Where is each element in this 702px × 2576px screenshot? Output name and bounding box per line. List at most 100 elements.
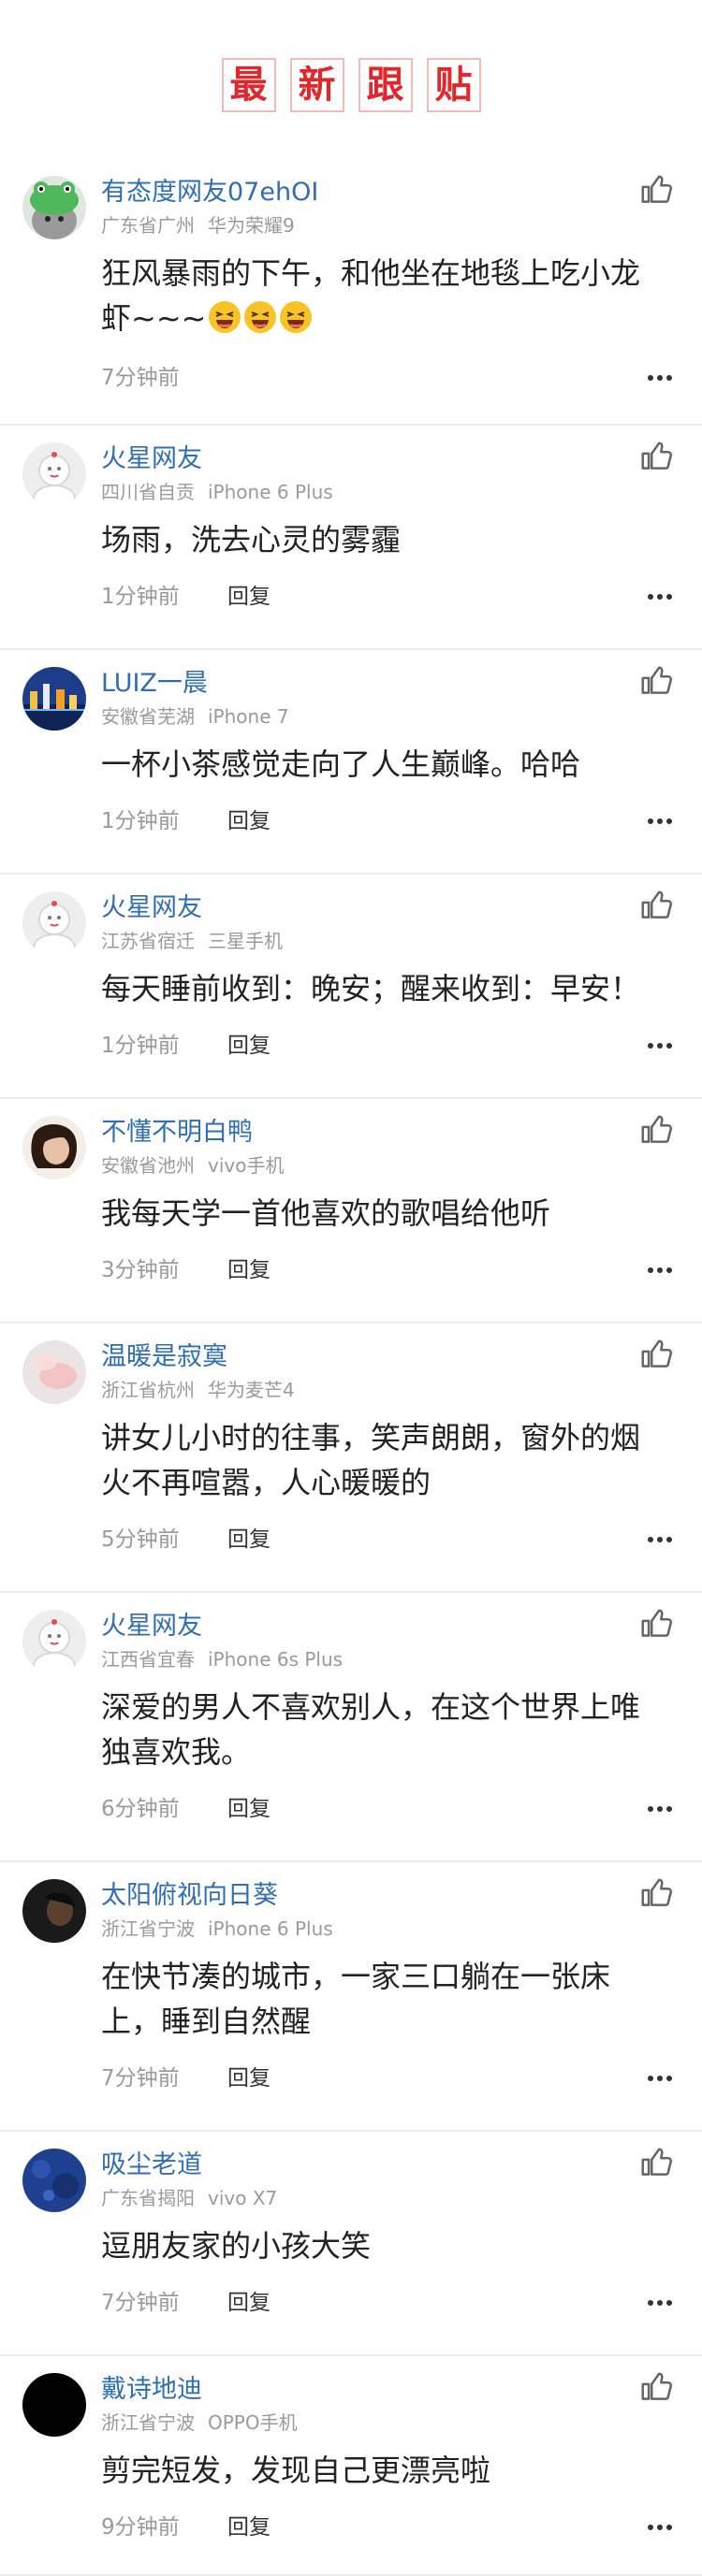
reply-button[interactable]: 回复 [227,2511,271,2543]
more-dots-icon[interactable] [646,2519,674,2536]
comment-footer: 7分钟前 回复 [101,2062,674,2094]
comment-footer: 1分钟前 回复 [101,581,674,613]
title-char: 贴 [426,58,481,112]
more-dots-icon[interactable] [646,2070,674,2087]
comment-item: 戴诗地迪 浙江省宁波 OPPO手机 剪完短发，发现自己更漂亮啦 9分钟前 回复 [0,2356,702,2576]
timestamp: 9分钟前 [101,2515,180,2540]
reply-button[interactable]: 回复 [227,2062,271,2094]
reply-button[interactable]: 回复 [227,581,271,613]
thumbs-up-icon[interactable] [638,663,674,699]
comment-item: 不懂不明白鸭 安徽省池州 vivo手机 我每天学一首他喜欢的歌唱给他听 3分钟前 … [0,1099,702,1324]
avatar[interactable] [22,442,86,506]
username[interactable]: 火星网友 [101,1610,202,1643]
avatar[interactable] [22,1610,86,1673]
avatar[interactable] [22,891,86,955]
avatar[interactable] [22,1340,86,1404]
reply-button[interactable]: 回复 [227,1254,271,1286]
more-dots-icon[interactable] [646,1037,674,1054]
black-avatar-image [22,2373,86,2437]
location: 安徽省芜湖 [101,705,195,728]
thumbs-up-icon[interactable] [638,1606,674,1642]
avatar[interactable] [22,2373,86,2437]
avatar[interactable] [22,1879,86,1943]
woman-portrait-avatar-image [22,1116,86,1179]
thumbs-up-icon[interactable] [638,2145,674,2180]
reply-button[interactable]: 回复 [227,1524,271,1556]
username[interactable]: 火星网友 [101,891,202,925]
device: 华为荣耀9 [208,214,295,237]
user-meta: 江苏省宿迁 三星手机 [101,929,283,953]
reply-button[interactable]: 回复 [227,805,271,837]
comment-footer: 3分钟前 回复 [101,1254,674,1286]
dark-portrait-avatar-image [22,1879,86,1943]
comment-text: 剪完短发，发现自己更漂亮啦 [101,2453,491,2488]
more-dots-icon[interactable] [646,2294,674,2311]
comment-text: 狂风暴雨的下午，和他坐在地毯上吃小龙虾~~~ [101,251,665,340]
reply-button[interactable]: 回复 [227,2287,271,2319]
username[interactable]: 温暖是寂寞 [101,1340,227,1374]
device: vivo X7 [208,2187,278,2209]
user-meta: 江西省宜春 iPhone 6s Plus [101,1647,343,1672]
thumbs-up-icon[interactable] [638,888,674,923]
location: 安徽省池州 [101,1154,195,1177]
page-title: 最 新 跟 贴 [0,58,702,112]
thumbs-up-icon[interactable] [638,1875,674,1911]
thumbs-up-icon[interactable] [638,1112,674,1148]
comment-item: 火星网友 江苏省宿迁 三星手机 每天睡前收到：晚安；醒来收到：早安！ 1分钟前 回… [0,875,702,1099]
reply-button[interactable]: 回复 [227,1793,271,1825]
username[interactable]: 不懂不明白鸭 [101,1116,253,1150]
default-mascot-avatar-image [22,1610,86,1673]
username[interactable]: LUIZ一晨 [101,667,208,701]
user-meta: 浙江省杭州 华为麦芒4 [101,1378,295,1402]
avatar[interactable] [22,2149,86,2212]
avatar[interactable] [22,176,86,239]
title-char: 跟 [358,58,413,112]
device: iPhone 7 [208,705,289,728]
comment-page: 最 新 跟 贴 有态度网友07ehOI 广东省广州 华为荣耀9 狂风暴雨的下午，… [0,0,702,2576]
comment-item: 温暖是寂寞 浙江省杭州 华为麦芒4 讲女儿小时的往事，笑声朗朗，窗外的烟火不再喧嚣… [0,1324,702,1593]
location: 广东省揭阳 [101,2187,195,2209]
timestamp: 1分钟前 [101,585,180,609]
more-dots-icon[interactable] [646,588,674,605]
comment-footer: 1分钟前 回复 [101,1030,674,1062]
device: 华为麦芒4 [208,1379,295,1401]
blurred-pink-avatar-image [22,1340,86,1404]
thumbs-up-icon[interactable] [638,172,674,208]
more-dots-icon[interactable] [646,1531,674,1548]
thumbs-up-icon[interactable] [638,439,674,474]
default-mascot-avatar-image [22,891,86,955]
thumbs-up-icon[interactable] [638,2369,674,2405]
username[interactable]: 吸尘老道 [101,2149,202,2182]
more-dots-icon[interactable] [646,369,674,386]
location: 浙江省杭州 [101,1379,195,1401]
avatar[interactable] [22,667,86,731]
comment-text: 讲女儿小时的往事，笑声朗朗，窗外的烟火不再喧嚣，人心暖暖的 [101,1420,641,1500]
location: 广东省广州 [101,214,195,237]
city-night-avatar-image [22,667,86,731]
timestamp: 7分钟前 [101,2291,180,2315]
comment-footer: 7分钟前 回复 [101,2287,674,2319]
thumbs-up-icon[interactable] [638,1337,674,1372]
avatar[interactable] [22,1116,86,1179]
more-dots-icon[interactable] [646,813,674,830]
user-meta: 安徽省池州 vivo手机 [101,1153,284,1178]
username[interactable]: 有态度网友07ehOI [101,176,318,210]
more-dots-icon[interactable] [646,1262,674,1279]
laughing-emoji-icon [209,301,241,333]
comment-footer: 1分钟前 回复 [101,805,674,837]
timestamp: 1分钟前 [101,809,180,833]
reply-button[interactable]: 回复 [227,1030,271,1062]
user-meta: 四川省自贡 iPhone 6 Plus [101,480,333,504]
user-meta: 浙江省宁波 OPPO手机 [101,2410,298,2435]
comment-footer: 7分钟前 [101,362,674,394]
frog-hat-cat-avatar-image [22,176,86,239]
username[interactable]: 火星网友 [101,442,202,476]
laughing-emoji-icon [280,301,313,333]
more-dots-icon[interactable] [646,1801,674,1817]
comment-text: 深爱的男人不喜欢别人，在这个世界上唯独喜欢我。 [101,1689,641,1770]
timestamp: 7分钟前 [101,366,180,390]
username[interactable]: 戴诗地迪 [101,2373,202,2407]
location: 浙江省宁波 [101,1918,195,1940]
user-meta: 浙江省宁波 iPhone 6 Plus [101,1917,333,1941]
username[interactable]: 太阳俯视向日葵 [101,1879,278,1913]
